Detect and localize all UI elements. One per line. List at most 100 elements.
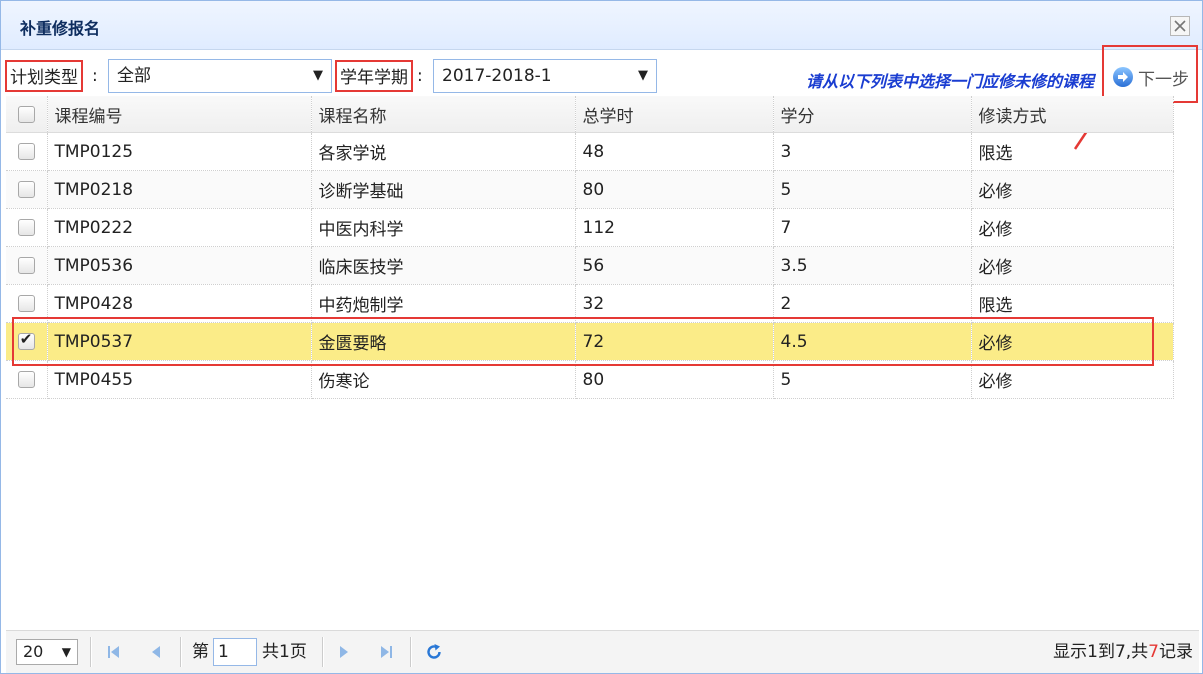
- row-checkbox[interactable]: [17, 143, 35, 160]
- course-credits: 5: [773, 170, 972, 209]
- filter-toolbar: 计划类型 : 全部 ▼ 学年学期 : 2017-2018-1 ▼ 请从以下列表中…: [5, 45, 1198, 103]
- header-total-hours: 总学时: [575, 96, 774, 133]
- dialog-titlebar: 补重修报名: [1, 1, 1202, 50]
- course-mode: 限选: [971, 132, 1174, 171]
- course-table: 课程编号 课程名称 总学时 学分 修读方式 TMP0125 各家学说 48 3 …: [6, 96, 1174, 399]
- course-hours: 48: [575, 132, 774, 171]
- last-page-icon: [381, 646, 392, 658]
- header-credits: 学分: [773, 96, 972, 133]
- table-row[interactable]: TMP0536 临床医技学 56 3.5 必修: [6, 246, 1174, 285]
- course-name: 中医内科学: [311, 208, 576, 247]
- next-step-button[interactable]: 下一步: [1113, 65, 1189, 90]
- row-checkbox[interactable]: [17, 371, 35, 388]
- table-row[interactable]: TMP0125 各家学说 48 3 限选: [6, 132, 1174, 171]
- header-course-name: 课程名称: [311, 96, 576, 133]
- course-name: 金匮要略: [311, 322, 576, 361]
- course-code: TMP0222: [47, 208, 312, 247]
- table-header-row: 课程编号 课程名称 总学时 学分 修读方式: [6, 96, 1174, 133]
- row-select-cell: [6, 322, 48, 361]
- course-hours: 72: [575, 322, 774, 361]
- course-name: 中药炮制学: [311, 284, 576, 323]
- course-credits: 3.5: [773, 246, 972, 285]
- row-select-cell: [6, 132, 48, 171]
- course-credits: 7: [773, 208, 972, 247]
- course-mode: 必修: [971, 208, 1174, 247]
- course-code: TMP0218: [47, 170, 312, 209]
- course-name: 临床医技学: [311, 246, 576, 285]
- page-size-select[interactable]: 20 ▼: [16, 639, 78, 665]
- row-checkbox[interactable]: [17, 181, 35, 198]
- table-row-selected[interactable]: TMP0537 金匮要略 72 4.5 必修: [6, 322, 1174, 361]
- course-credits: 4.5: [773, 322, 972, 361]
- close-icon: [1174, 20, 1186, 32]
- course-grid: 课程编号 课程名称 总学时 学分 修读方式 TMP0125 各家学说 48 3 …: [6, 96, 1174, 399]
- chevron-down-icon: ▼: [61, 645, 71, 659]
- record-info: 显示1到7,共7记录: [1053, 641, 1193, 663]
- course-mode: 必修: [971, 322, 1174, 361]
- course-code: TMP0125: [47, 132, 312, 171]
- row-select-cell: [6, 170, 48, 209]
- refresh-icon: [427, 644, 441, 659]
- page-size-value: 20: [23, 642, 44, 661]
- course-hours: 80: [575, 170, 774, 209]
- next-arrow-icon: [1113, 67, 1133, 87]
- row-checkbox[interactable]: [17, 295, 35, 312]
- course-hours: 80: [575, 360, 774, 399]
- header-course-code: 课程编号: [47, 96, 312, 133]
- course-code: TMP0455: [47, 360, 312, 399]
- table-row[interactable]: TMP0455 伤寒论 80 5 必修: [6, 360, 1174, 399]
- row-select-cell: [6, 284, 48, 323]
- page-prefix: 第: [192, 642, 209, 662]
- row-checkbox[interactable]: [17, 257, 35, 274]
- pagination-bar: 20 ▼ 第 1 共1页 显示1到7,共7记录: [6, 630, 1199, 673]
- table-row[interactable]: TMP0222 中医内科学 112 7 必修: [6, 208, 1174, 247]
- course-dialog: 补重修报名 计划类型 : 全部 ▼ 学年学期 : 2017-2018-1 ▼ 请…: [0, 0, 1203, 674]
- course-credits: 3: [773, 132, 972, 171]
- dialog-title: 补重修报名: [20, 19, 101, 38]
- course-credits: 5: [773, 360, 972, 399]
- last-page-button[interactable]: [376, 641, 396, 663]
- pager-divider: [180, 637, 182, 667]
- record-total: 7: [1148, 642, 1159, 662]
- course-hours: 56: [575, 246, 774, 285]
- course-mode: 必修: [971, 360, 1174, 399]
- record-info-suffix: 记录: [1159, 642, 1193, 662]
- select-all-cell: [6, 96, 48, 133]
- first-page-button[interactable]: [104, 641, 124, 663]
- course-mode: 必修: [971, 246, 1174, 285]
- next-page-button[interactable]: [334, 641, 354, 663]
- course-name: 伤寒论: [311, 360, 576, 399]
- course-name: 各家学说: [311, 132, 576, 171]
- course-hours: 32: [575, 284, 774, 323]
- plan-type-label: 计划类型: [5, 60, 83, 92]
- prev-page-button[interactable]: [146, 641, 166, 663]
- chevron-down-icon: ▼: [638, 68, 648, 83]
- plan-type-colon: :: [92, 66, 98, 86]
- course-code: TMP0537: [47, 322, 312, 361]
- plan-type-select[interactable]: 全部 ▼: [108, 59, 332, 93]
- row-select-cell: [6, 246, 48, 285]
- table-row[interactable]: TMP0218 诊断学基础 80 5 必修: [6, 170, 1174, 209]
- close-button[interactable]: [1170, 16, 1190, 36]
- row-select-cell: [6, 208, 48, 247]
- select-all-checkbox[interactable]: [17, 105, 35, 123]
- pager-divider: [90, 637, 92, 667]
- course-name: 诊断学基础: [311, 170, 576, 209]
- course-mode: 限选: [971, 284, 1174, 323]
- term-label: 学年学期: [335, 60, 413, 92]
- instruction-hint: 请从以下列表中选择一门应修未修的课程: [805, 72, 1094, 91]
- course-mode: 必修: [971, 170, 1174, 209]
- first-page-icon: [108, 646, 119, 658]
- next-page-icon: [340, 646, 348, 658]
- row-select-cell: [6, 360, 48, 399]
- page-number-input[interactable]: 1: [213, 638, 257, 666]
- row-checkbox-checked[interactable]: [17, 330, 35, 350]
- course-hours: 112: [575, 208, 774, 247]
- next-step-label: 下一步: [1138, 69, 1189, 90]
- term-value: 2017-2018-1: [442, 66, 552, 86]
- table-row[interactable]: TMP0428 中药炮制学 32 2 限选: [6, 284, 1174, 323]
- term-select[interactable]: 2017-2018-1 ▼: [433, 59, 657, 93]
- row-checkbox[interactable]: [17, 219, 35, 236]
- refresh-button[interactable]: [424, 641, 444, 663]
- chevron-down-icon: ▼: [313, 68, 323, 83]
